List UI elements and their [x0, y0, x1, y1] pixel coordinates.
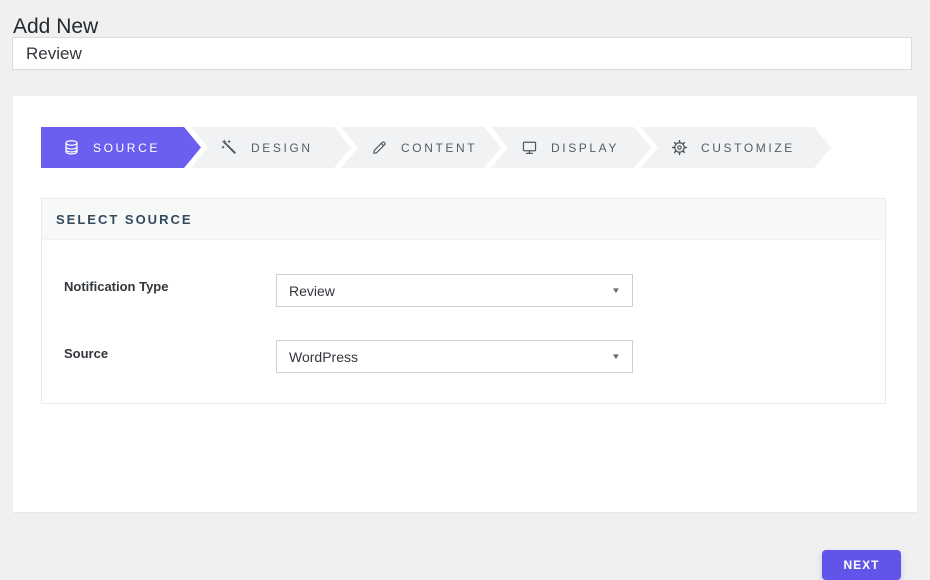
source-select[interactable]: WordPress ▼ — [276, 340, 633, 373]
tab-customize-label: CUSTOMIZE — [701, 140, 795, 155]
notification-type-select[interactable]: Review ▼ — [276, 274, 633, 307]
section-title: SELECT SOURCE — [56, 211, 193, 227]
tab-display-label: DISPLAY — [551, 140, 619, 155]
tab-source-label: SOURCE — [93, 140, 160, 155]
gear-icon — [671, 139, 688, 156]
next-button[interactable]: NEXT — [822, 550, 901, 580]
wizard-step-tabs: SOURCE DESIGN CONTENT DISPLAY CUSTOMIZE — [41, 127, 831, 168]
notification-type-value: Review — [289, 282, 335, 299]
magic-wand-icon — [221, 139, 238, 156]
add-new-notification-page: { "page_title": "Add New", "title_input"… — [0, 0, 930, 580]
tab-design[interactable]: DESIGN — [191, 127, 351, 168]
chevron-down-icon: ▼ — [611, 352, 621, 361]
database-icon — [63, 139, 80, 156]
select-source-section: SELECT SOURCE Notification Type Review ▼… — [41, 198, 886, 404]
tab-source[interactable]: SOURCE — [41, 127, 201, 168]
source-value: WordPress — [289, 348, 358, 365]
monitor-icon — [521, 139, 538, 156]
tab-content[interactable]: CONTENT — [341, 127, 501, 168]
pencil-icon — [371, 139, 388, 156]
tab-content-label: CONTENT — [401, 140, 478, 155]
notification-type-label: Notification Type — [64, 279, 169, 294]
section-header: SELECT SOURCE — [42, 199, 885, 240]
notification-title-input[interactable] — [12, 37, 912, 70]
tab-design-label: DESIGN — [251, 140, 313, 155]
tab-customize[interactable]: CUSTOMIZE — [641, 127, 831, 168]
wizard-card: SOURCE DESIGN CONTENT DISPLAY CUSTOMIZE … — [13, 96, 917, 580]
source-label: Source — [64, 346, 109, 361]
chevron-down-icon: ▼ — [611, 286, 621, 295]
page-title: Add New — [13, 15, 99, 39]
tab-display[interactable]: DISPLAY — [491, 127, 651, 168]
